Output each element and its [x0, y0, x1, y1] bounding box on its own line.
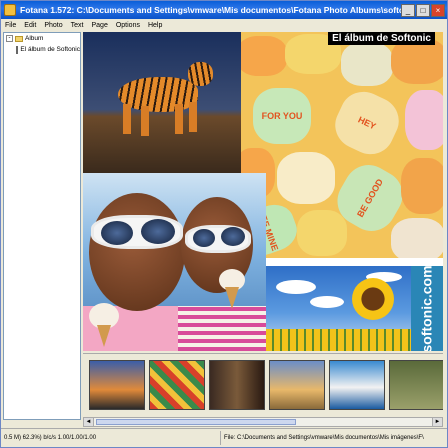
album-tree-pane: - Album El álbum de Softonic — [3, 32, 81, 420]
tree-item-softonic-album[interactable]: El álbum de Softonic — [4, 44, 80, 55]
tiger-leg — [123, 104, 131, 134]
album-page-canvas[interactable]: FOR YOU HEY BE GOOD BEE MINE El álbum de… — [83, 32, 443, 351]
page-icon — [16, 45, 19, 54]
scroll-left-icon[interactable]: ◄ — [84, 418, 94, 426]
window-title: Fotana 1.572: C:\Documents and Settings\… — [20, 5, 401, 15]
tiger-head — [188, 62, 213, 86]
status-file-path: File: C:\Documents and Settings\vmware\M… — [224, 435, 424, 441]
close-button[interactable]: × — [431, 3, 445, 17]
icecream-cone — [97, 325, 111, 347]
minimize-button[interactable]: _ — [401, 3, 415, 17]
sunflower-field — [266, 329, 416, 351]
fotana-app-icon — [4, 4, 16, 16]
title-bar[interactable]: Fotana 1.572: C:\Documents and Settings\… — [1, 1, 447, 19]
sunglasses-lens — [221, 227, 245, 246]
thumbnail-island[interactable] — [329, 360, 385, 410]
sunglasses-lens — [193, 229, 215, 247]
album-title-label[interactable]: El álbum de Softonic — [328, 32, 435, 45]
kids-icecream-photo[interactable] — [83, 173, 266, 351]
thumbnail-interior[interactable] — [209, 360, 265, 410]
menu-edit[interactable]: Edit — [20, 22, 40, 29]
sunflower-photo[interactable]: softonic.com — [266, 266, 443, 351]
cloud — [310, 296, 344, 308]
candy-text: HEY — [356, 114, 378, 131]
status-bar: 0.5 M) 62.3%) b/c/s 1.00/1.00/1.00 File:… — [1, 428, 447, 447]
cloud — [276, 280, 316, 294]
icecream-cone — [225, 287, 239, 309]
candy-heart — [391, 218, 443, 258]
candy-heart — [341, 42, 393, 86]
candy-heart — [297, 210, 347, 256]
menu-file[interactable]: File — [1, 22, 20, 29]
striped-shirt — [178, 306, 266, 351]
thumbnail-extra[interactable] — [389, 360, 443, 410]
folder-icon — [15, 35, 23, 42]
tiger-leg — [175, 104, 183, 134]
horizontal-scrollbar[interactable]: ◄ ► — [83, 417, 443, 427]
thumbnail-sunset[interactable] — [89, 360, 145, 410]
status-zoom-info: 0.5 M) 62.3%) b/c/s 1.00/1.00/1.00 — [1, 431, 221, 445]
candy-heart: HEY — [327, 84, 407, 162]
thumbnail-strip — [83, 353, 443, 417]
candy-text: FOR YOU — [261, 110, 303, 121]
tree-item-label: Album — [25, 35, 44, 42]
candy-hearts-photo[interactable]: FOR YOU HEY BE GOOD BEE MINE El álbum de… — [241, 32, 443, 258]
kid-face-left — [89, 193, 185, 311]
thumbnail-beach[interactable] — [269, 360, 325, 410]
candy-heart: FOR YOU — [253, 88, 311, 144]
candy-text: BE GOOD — [354, 176, 385, 219]
maximize-button[interactable]: □ — [416, 3, 430, 17]
tiger-leg — [141, 106, 149, 136]
scroll-right-icon[interactable]: ► — [432, 418, 442, 426]
softonic-logo-text: softonic.com — [419, 266, 435, 351]
menu-page[interactable]: Page — [87, 22, 111, 29]
scroll-thumb[interactable] — [96, 419, 296, 425]
tree-item-label: El álbum de Softonic — [20, 46, 80, 53]
tiger-leg — [189, 102, 197, 132]
app-window: Fotana 1.572: C:\Documents and Settings\… — [0, 0, 448, 448]
tiger-photo[interactable] — [83, 32, 241, 173]
softonic-logo-band: softonic.com — [411, 266, 443, 351]
menu-photo[interactable]: Photo — [40, 22, 66, 29]
menu-options[interactable]: Options — [112, 22, 144, 29]
candy-heart — [401, 158, 443, 214]
candy-heart — [241, 36, 287, 76]
menu-text[interactable]: Text — [67, 22, 88, 29]
thumbnail-toys[interactable] — [149, 360, 205, 410]
collapse-icon[interactable]: - — [6, 35, 13, 42]
sunglasses-lens — [141, 219, 175, 244]
candy-heart — [405, 90, 443, 150]
tree-item-album[interactable]: - Album — [4, 33, 80, 44]
sunflower — [352, 278, 394, 320]
sunglasses-lens — [101, 221, 133, 245]
candy-heart — [277, 152, 335, 204]
menu-help[interactable]: Help — [144, 22, 166, 29]
menu-bar: File Edit Photo Text Page Options Help — [1, 19, 447, 31]
